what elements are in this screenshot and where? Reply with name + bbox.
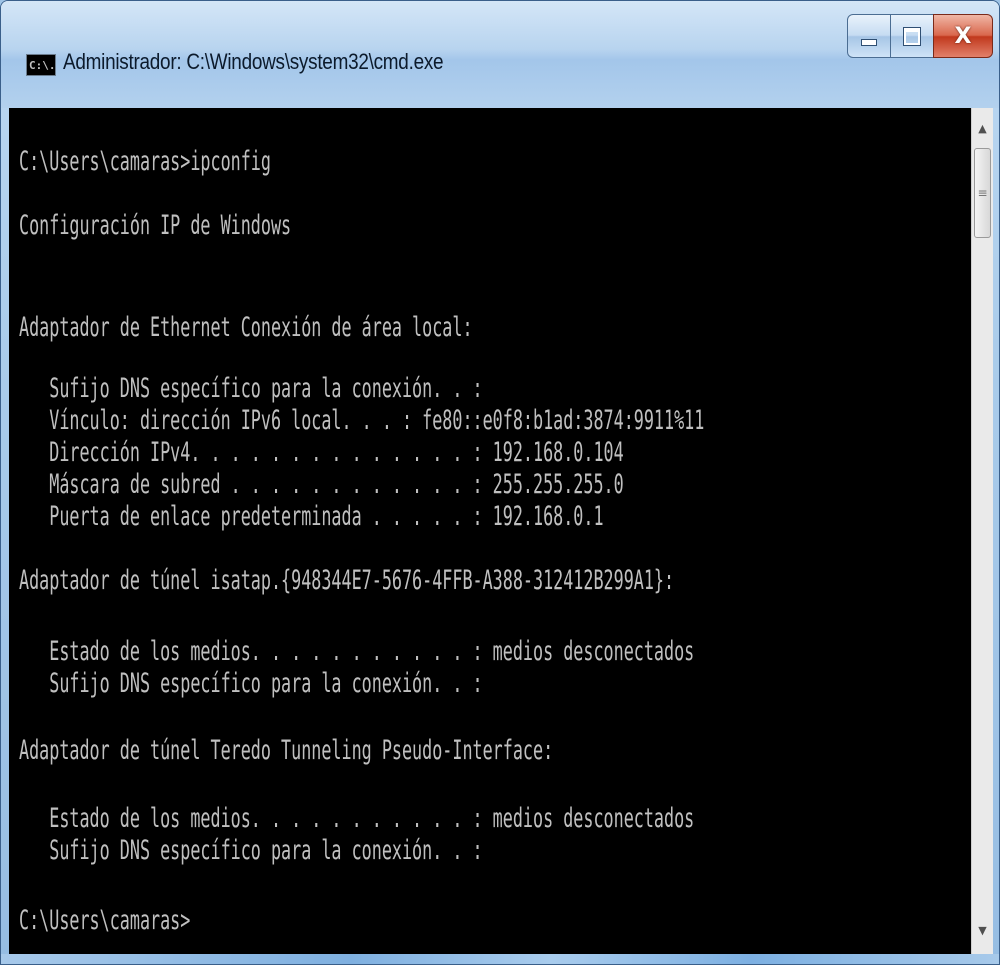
console-line: Adaptador de túnel Teredo Tunneling Pseu… <box>19 735 554 766</box>
title-bar[interactable]: C:\. Administrador: C:\Windows\system32\… <box>1 1 999 108</box>
console-prompt: C:\Users\camaras> <box>19 905 191 936</box>
maximize-button[interactable] <box>890 14 934 58</box>
console-line: Sufijo DNS específico para la conexión. … <box>19 373 483 404</box>
scroll-up-arrow-icon[interactable]: ▲ <box>972 118 993 140</box>
console-line: Puerta de enlace predeterminada . . . . … <box>19 501 604 532</box>
minimize-button[interactable] <box>847 14 891 58</box>
vertical-scrollbar[interactable]: ▲ ≡ ▼ <box>971 108 993 954</box>
console-line: Sufijo DNS específico para la conexión. … <box>19 668 483 699</box>
console-line: Configuración IP de Windows <box>19 210 292 241</box>
console-line: Máscara de subred . . . . . . . . . . . … <box>19 469 624 500</box>
console-line: Sufijo DNS específico para la conexión. … <box>19 835 483 866</box>
cmd-app-icon[interactable]: C:\. <box>26 54 56 76</box>
grip-icon: ≡ <box>977 186 988 200</box>
console-output[interactable]: C:\Users\camaras>ipconfig Configuración … <box>9 108 971 954</box>
scroll-thumb[interactable]: ≡ <box>974 148 991 238</box>
console-line: C:\Users\camaras>ipconfig <box>19 146 271 177</box>
console-line: Estado de los medios. . . . . . . . . . … <box>19 803 695 834</box>
console-line: Adaptador de Ethernet Conexión de área l… <box>19 312 473 343</box>
console-line: Vínculo: dirección IPv6 local. . . : fe8… <box>19 405 705 436</box>
window-bottom-border[interactable] <box>1 954 999 964</box>
console-line: Estado de los medios. . . . . . . . . . … <box>19 636 695 667</box>
window-title: Administrador: C:\Windows\system32\cmd.e… <box>63 49 444 74</box>
console-line: Dirección IPv4. . . . . . . . . . . . . … <box>19 437 624 468</box>
scroll-down-arrow-icon[interactable]: ▼ <box>972 920 993 942</box>
console-line: Adaptador de túnel isatap.{948344E7-5676… <box>19 565 675 596</box>
close-button[interactable]: X <box>933 14 993 58</box>
close-icon: X <box>954 23 972 49</box>
cmd-window: C:\. Administrador: C:\Windows\system32\… <box>0 0 1000 965</box>
minimize-icon <box>861 38 877 46</box>
maximize-icon <box>903 26 921 46</box>
